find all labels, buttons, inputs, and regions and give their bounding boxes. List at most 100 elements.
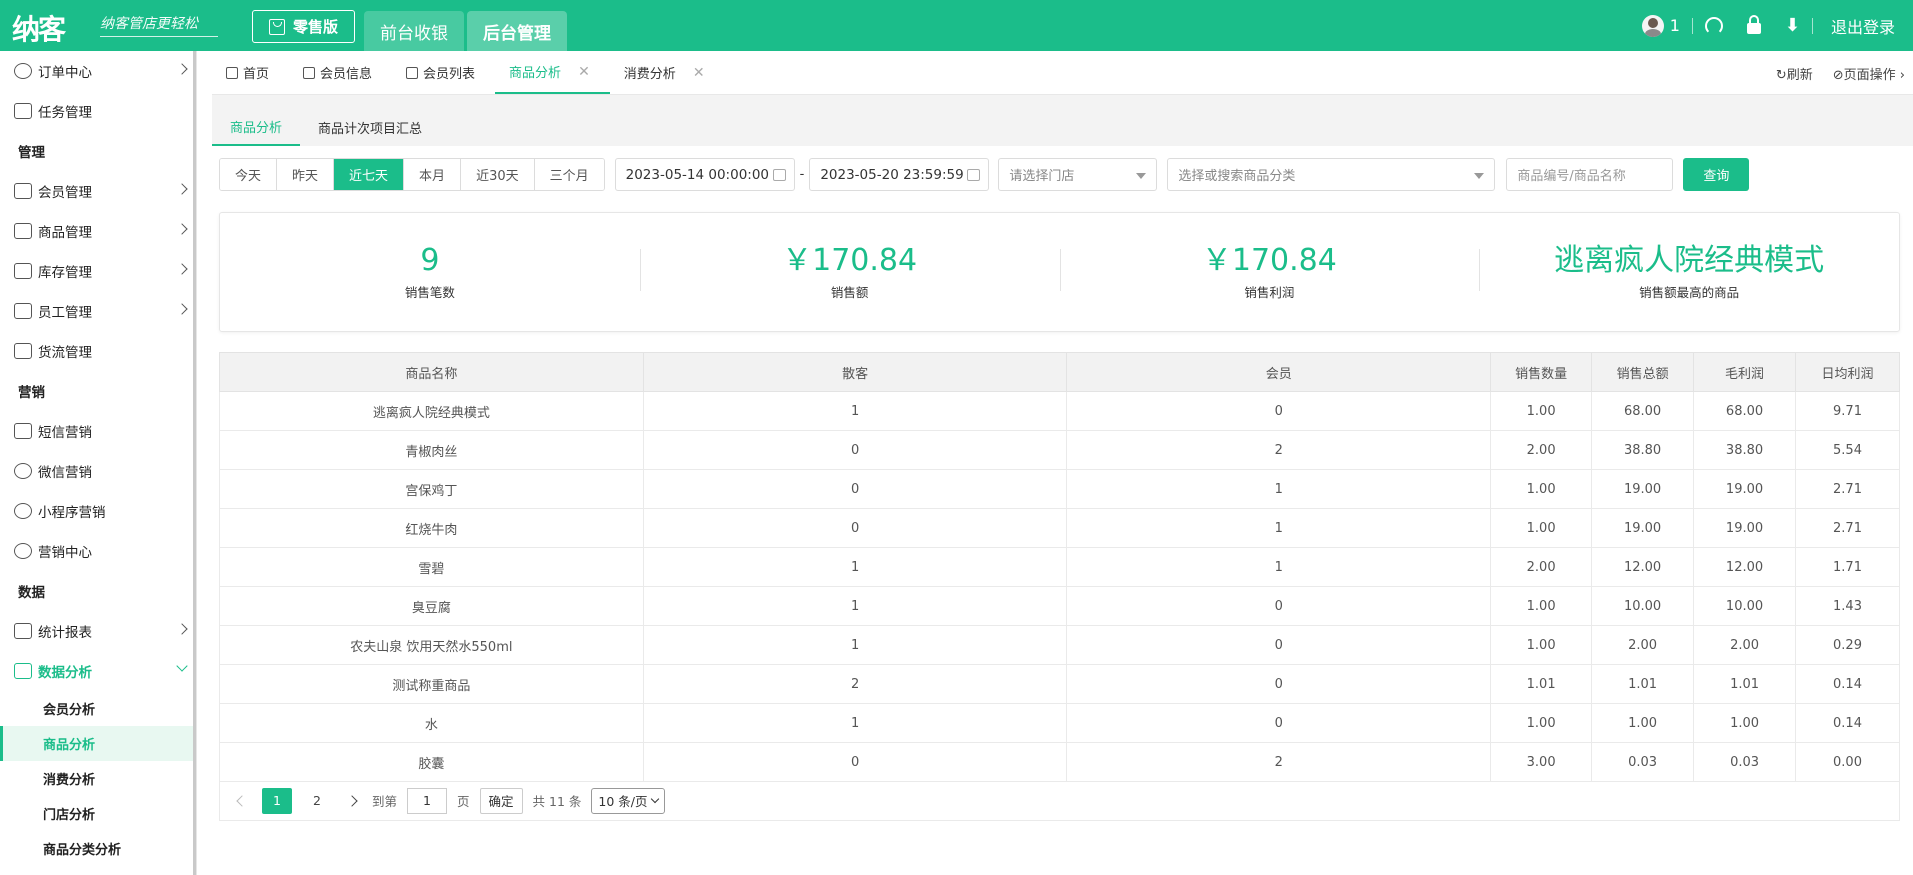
refresh-button[interactable]: ↻刷新 <box>1776 64 1813 83</box>
table-cell: 1.00 <box>1490 391 1593 431</box>
sidebar-item[interactable]: 统计报表 <box>0 611 196 651</box>
page-1-button[interactable]: 1 <box>262 787 292 814</box>
sidebar-item[interactable]: 员工管理 <box>0 291 196 331</box>
product-search-input[interactable]: 商品编号/商品名称 <box>1506 158 1674 191</box>
tab-item[interactable]: 商品分析 ✕ <box>495 51 610 94</box>
calendar-icon <box>967 169 981 181</box>
table-cell: 2.00 <box>1693 625 1797 665</box>
sidebar-item[interactable]: 营销中心 <box>0 531 196 571</box>
sidebar-item[interactable]: 会员管理 <box>0 171 196 211</box>
tab-bar: 首页 会员信息 会员列表 商品分析 ✕ 消费分析 ✕ ↻刷新 ⊘页面操作 › <box>212 51 1913 95</box>
download-button[interactable]: ⬇ <box>1773 16 1812 35</box>
nav-backend-admin[interactable]: 后台管理 <box>467 11 567 51</box>
table-row[interactable]: 宫保鸡丁 0 1 1.00 19.00 19.00 2.71 <box>219 469 1900 509</box>
table-cell: 2 <box>1066 742 1492 782</box>
chevron-down-icon <box>1136 173 1147 179</box>
table-row[interactable]: 臭豆腐 1 0 1.00 10.00 10.00 1.43 <box>219 586 1900 626</box>
chevron-right-icon <box>176 223 188 235</box>
table-row[interactable]: 红烧牛肉 0 1 1.00 19.00 19.00 2.71 <box>219 508 1900 548</box>
table-row[interactable]: 测试称重商品 2 0 1.01 1.01 1.01 0.14 <box>219 664 1900 704</box>
sidebar-item[interactable]: 订单中心 <box>0 51 196 91</box>
page-unit-label: 页 <box>457 794 470 809</box>
user-menu[interactable]: 1 <box>1630 14 1692 37</box>
table-cell: 9.71 <box>1795 391 1900 431</box>
goto-page-input[interactable]: 1 <box>407 787 448 814</box>
sidebar-item[interactable]: 微信营销 <box>0 451 196 491</box>
edition-button[interactable]: 零售版 <box>252 10 355 43</box>
table-cell: 1.00 <box>1591 703 1695 743</box>
brand-logo[interactable]: 纳客 <box>12 8 66 48</box>
sidebar-subitem[interactable]: 商品分类分析 <box>0 831 196 866</box>
page-2-button[interactable]: 2 <box>302 788 332 814</box>
subtab-count-items-summary[interactable]: 商品计次项目汇总 <box>300 108 440 146</box>
date-range-button[interactable]: 昨天 <box>277 159 335 190</box>
page-ops-button[interactable]: ⊘页面操作 › <box>1833 64 1905 83</box>
category-select[interactable]: 选择或搜索商品分类 <box>1167 158 1496 191</box>
stat-value: ￥170.84 <box>782 242 918 278</box>
sidebar-subitem[interactable]: 消费分析 <box>0 761 196 796</box>
goto-confirm-button[interactable]: 确定 <box>479 787 523 814</box>
sidebar-item[interactable]: 短信营销 <box>0 411 196 451</box>
table-cell: 0 <box>642 742 1068 782</box>
sidebar-item[interactable]: 库存管理 <box>0 251 196 291</box>
sidebar-item-label: 统计报表 <box>38 625 92 641</box>
sidebar-item-label: 营销中心 <box>38 545 92 561</box>
table-cell: 0.29 <box>1795 625 1900 665</box>
sidebar-group-label: 营销 <box>18 385 45 401</box>
sidebar-item-label: 货流管理 <box>38 345 92 361</box>
support-button[interactable] <box>1693 16 1735 35</box>
sidebar-group-label: 数据 <box>18 585 45 601</box>
sidebar-item[interactable]: 小程序营销 <box>0 491 196 531</box>
page-size-select[interactable]: 10 条/页 <box>591 787 665 814</box>
sidebar-scrollbar[interactable] <box>193 51 196 875</box>
sidebar-item[interactable]: 任务管理 <box>0 91 196 131</box>
user-icon <box>303 66 316 79</box>
close-icon[interactable]: ✕ <box>578 64 590 80</box>
lock-button[interactable] <box>1735 15 1773 34</box>
stat-label: 销售利润 <box>1244 284 1295 300</box>
sidebar-item-label: 短信营销 <box>38 425 92 441</box>
sidebar-subitem[interactable]: 会员分析 <box>0 691 196 726</box>
chevron-down-icon <box>176 660 188 672</box>
sidebar-item[interactable]: 数据分析 <box>0 651 196 691</box>
date-separator: - <box>799 167 805 182</box>
tab-item[interactable]: 首页 <box>212 51 289 94</box>
date-range-button[interactable]: 三个月 <box>534 159 604 190</box>
close-icon[interactable]: ✕ <box>693 65 705 81</box>
sidebar-subitem[interactable]: 门店分析 <box>0 796 196 831</box>
date-range-button[interactable]: 近七天 <box>334 159 405 190</box>
date-range-button[interactable]: 本月 <box>404 159 462 190</box>
tab-item[interactable]: 会员列表 <box>392 51 495 94</box>
date-range-button[interactable]: 今天 <box>220 159 278 190</box>
table-row[interactable]: 胶囊 0 2 3.00 0.03 0.03 0.00 <box>219 742 1900 782</box>
product-search-placeholder: 商品编号/商品名称 <box>1517 169 1626 184</box>
sidebar-item[interactable]: 商品管理 <box>0 211 196 251</box>
table-row[interactable]: 青椒肉丝 0 2 2.00 38.80 38.80 5.54 <box>219 430 1900 470</box>
end-date-input[interactable]: 2023-05-20 23:59:59 <box>809 158 990 191</box>
table-row[interactable]: 雪碧 1 1 2.00 12.00 12.00 1.71 <box>219 547 1900 587</box>
table-cell: 1.00 <box>1693 703 1797 743</box>
date-range-button[interactable]: 近30天 <box>461 159 535 190</box>
sidebar-item[interactable]: 货流管理 <box>0 331 196 371</box>
table-row[interactable]: 水 1 0 1.00 1.00 1.00 0.14 <box>219 703 1900 743</box>
tab-item[interactable]: 会员信息 <box>289 51 392 94</box>
sidebar-subitem[interactable]: 商品分析 <box>0 726 196 761</box>
subtab-product-analysis[interactable]: 商品分析 <box>212 108 301 146</box>
store-select[interactable]: 请选择门店 <box>998 158 1158 191</box>
table-cell: 1 <box>1066 508 1492 548</box>
next-page-icon[interactable] <box>346 794 358 807</box>
table-row[interactable]: 农夫山泉 饮用天然水550ml 1 0 1.00 2.00 2.00 0.29 <box>219 625 1900 665</box>
user-count: 1 <box>1669 16 1680 35</box>
prev-page-icon[interactable] <box>236 794 248 807</box>
start-date-input[interactable]: 2023-05-14 00:00:00 <box>614 158 795 191</box>
table-cell: 1 <box>1066 469 1492 509</box>
nav-front-cashier[interactable]: 前台收银 <box>364 11 464 51</box>
table-cell: 2.00 <box>1591 625 1695 665</box>
table-cell: 0 <box>1066 391 1492 431</box>
logout-button[interactable]: 退出登录 <box>1813 14 1913 38</box>
product-analysis-table: 商品名称 散客 会员 销售数量 销售总额 毛利润 日均利润 逃离疯人院经典模式 1 0 1.00 6… <box>219 352 1900 782</box>
tab-item[interactable]: 消费分析 ✕ <box>610 51 725 94</box>
table-row[interactable]: 逃离疯人院经典模式 1 0 1.00 68.00 68.00 9.71 <box>219 391 1900 431</box>
wechat-icon <box>14 463 32 479</box>
query-button[interactable]: 查询 <box>1683 158 1750 191</box>
